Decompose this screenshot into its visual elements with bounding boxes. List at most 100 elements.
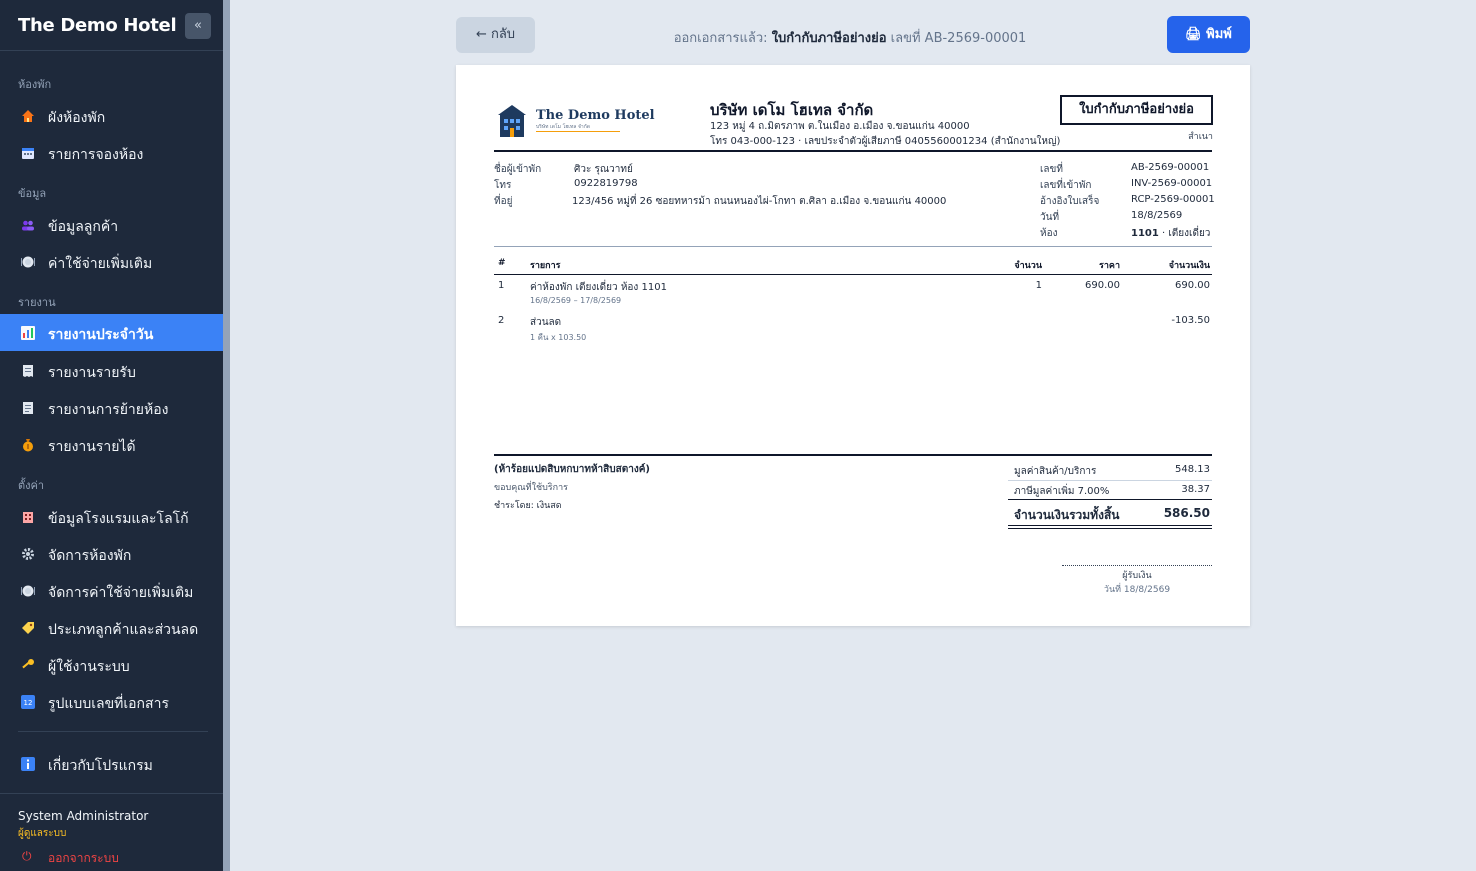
- sidebar-item-doc-number-format[interactable]: 12 รูปแบบเลขที่เอกสาร: [0, 683, 223, 720]
- info-divider: [494, 246, 1212, 247]
- receipt-ref-label: อ้างอิงใบเสร็จ: [1040, 196, 1100, 207]
- customer-name-label: ชื่อผู้เข้าพัก: [494, 164, 542, 175]
- col-header-qty: จำนวน: [1014, 261, 1042, 271]
- issue-status: ออกเอกสารแล้ว: ใบกำกับภาษีอย่างย่อ เลขที…: [673, 31, 1027, 46]
- subtotal-divider: [1008, 480, 1212, 481]
- sidebar-item-room-settings[interactable]: จัดการห้องพัก: [0, 535, 223, 572]
- subtotal-value: 548.13: [1175, 464, 1210, 475]
- receipt-icon: [21, 363, 35, 377]
- customer-address: 123/456 หมู่ที่ 26 ซอยทหารม้า ถนนหนองไผ่…: [572, 196, 947, 207]
- hotel-icon: [21, 509, 35, 523]
- numbers-icon: 12: [21, 694, 35, 709]
- sidebar-item-room-map[interactable]: ผังห้องพัก: [0, 97, 223, 134]
- logo-hotel-name: The Demo Hotel: [536, 108, 655, 123]
- header-divider: [494, 150, 1212, 152]
- sidebar: The Demo Hotel « ห้องพัก ผังห้องพัก รายก…: [0, 0, 223, 871]
- calendar-icon: [21, 145, 35, 159]
- row-2-desc: ส่วนลด: [530, 317, 562, 328]
- tag-icon: [21, 620, 35, 634]
- back-button[interactable]: ← กลับ: [456, 17, 535, 53]
- sidebar-item-extra-charges[interactable]: ค่าใช้จ่ายเพิ่มเติม: [0, 243, 223, 280]
- power-icon[interactable]: ⏻: [22, 849, 32, 864]
- signer-label: ผู้รับเงิน: [1122, 571, 1152, 581]
- sidebar-item-receipt-report[interactable]: รายงานรายรับ: [0, 352, 223, 389]
- col-header-price: ราคา: [1099, 261, 1120, 271]
- section-settings-title: ตั้งค่า: [18, 479, 45, 492]
- collapse-sidebar-button[interactable]: «: [185, 13, 211, 39]
- sidebar-item-revenue-report[interactable]: รายงานรายได้: [0, 426, 223, 463]
- print-button[interactable]: 🖨 พิมพ์: [1167, 16, 1250, 53]
- key-icon: [21, 657, 35, 671]
- svg-text:12: 12: [24, 699, 33, 707]
- company-address: 123 หมู่ 4 ถ.มิตรภาพ ต.ในเมือง อ.เมือง จ…: [710, 121, 970, 132]
- col-header-amount: จำนวนเงิน: [1168, 261, 1210, 271]
- row-1-desc: ค่าห้องพัก เตียงเดี่ยว ห้อง 1101: [530, 282, 667, 293]
- brand-title: The Demo Hotel: [18, 15, 177, 36]
- signature-line: [1062, 565, 1212, 566]
- tax-invoice-document: The Demo Hotel บริษัท เดโม โฮเทล จำกัด บ…: [456, 65, 1250, 626]
- doc-date: 18/8/2569: [1131, 210, 1183, 221]
- user-role: ผู้ดูแลระบบ: [18, 828, 67, 839]
- money-bag-icon: [21, 437, 35, 452]
- date-label: วันที่: [1040, 212, 1060, 223]
- doc-number: AB-2569-00001: [1131, 162, 1210, 173]
- sidebar-scrollbar[interactable]: [223, 0, 230, 871]
- stay-number: INV-2569-00001: [1131, 178, 1213, 189]
- info-icon: [21, 756, 35, 771]
- sidebar-item-bookings[interactable]: รายการจองห้อง: [0, 134, 223, 171]
- sidebar-item-about[interactable]: เกี่ยวกับโปรแกรม: [0, 745, 223, 782]
- table-bottom-divider: [494, 454, 1212, 456]
- table-header-divider: [494, 274, 1212, 275]
- amount-in-words: (ห้าร้อยแปดสิบหกบาทห้าสิบสตางค์): [494, 464, 650, 475]
- sidebar-header: The Demo Hotel «: [0, 0, 223, 51]
- payment-method: ชำระโดย: เงินสด: [494, 501, 562, 511]
- grand-total-value: 586.50: [1163, 506, 1210, 520]
- row-1-amount: 690.00: [1175, 280, 1210, 291]
- row-1-no: 1: [498, 280, 505, 291]
- receipt-ref: RCP-2569-00001: [1131, 194, 1215, 205]
- room-label: ห้อง: [1040, 228, 1058, 239]
- sidebar-item-customers[interactable]: ข้อมูลลูกค้า: [0, 206, 223, 243]
- user-name: System Administrator: [18, 809, 149, 823]
- sidebar-item-charge-settings[interactable]: จัดการค่าใช้จ่ายเพิ่มเติม: [0, 572, 223, 609]
- house-icon: [21, 108, 35, 122]
- copy-label: สำเนา: [1188, 132, 1213, 142]
- doc-number-label: เลขที่: [1040, 164, 1063, 175]
- document-icon: [21, 400, 35, 414]
- logout-link[interactable]: ออกจากระบบ: [48, 849, 119, 868]
- signature-date: วันที่ 18/8/2569: [1103, 585, 1171, 595]
- chart-icon: [21, 325, 35, 340]
- logo-underline: [536, 131, 620, 132]
- sidebar-footer: System Administrator ผู้ดูแลระบบ ⏻ ออกจา…: [0, 793, 223, 871]
- grand-total-underline-2: [1008, 528, 1212, 529]
- subtotal-label: มูลค่าสินค้า/บริการ: [1014, 466, 1097, 477]
- col-header-no: #: [498, 258, 506, 268]
- customer-phone-label: โทร: [494, 180, 512, 191]
- dish-icon: [21, 254, 35, 268]
- row-2-no: 2: [498, 315, 505, 326]
- company-contact: โทร 043-000-123 · เลขประจำตัวผู้เสียภาษี…: [710, 136, 1061, 147]
- section-reports-title: รายงาน: [18, 296, 56, 309]
- sidebar-item-customer-types[interactable]: ประเภทลูกค้าและส่วนลด: [0, 609, 223, 646]
- col-header-desc: รายการ: [530, 261, 561, 271]
- vat-label: ภาษีมูลค่าเพิ่ม 7.00%: [1014, 486, 1110, 497]
- thanks-note: ขอบคุณที่ใช้บริการ: [494, 483, 568, 493]
- sidebar-item-room-move-report[interactable]: รายงานการย้ายห้อง: [0, 389, 223, 426]
- row-1-price: 690.00: [1085, 280, 1120, 291]
- customer-address-label: ที่อยู่: [494, 196, 513, 207]
- users-icon: [21, 217, 35, 231]
- row-1-sub: 16/8/2569 – 17/8/2569: [530, 296, 622, 305]
- sidebar-item-hotel-info[interactable]: ข้อมูลโรงแรมและโลโก้: [0, 498, 223, 535]
- sidebar-item-daily-report[interactable]: รายงานประจำวัน: [0, 314, 223, 351]
- gear-icon: [21, 546, 35, 560]
- hotel-logo-icon: [498, 105, 526, 137]
- customer-phone: 0922819798: [574, 178, 638, 189]
- vat-divider: [1008, 499, 1212, 500]
- row-2-sub: 1 คืน x 103.50: [530, 333, 587, 342]
- customer-name: ศิวะ รุณวาทย์: [574, 164, 633, 175]
- sidebar-divider: [18, 731, 208, 732]
- sidebar-item-users[interactable]: ผู้ใช้งานระบบ: [0, 646, 223, 683]
- section-rooms-title: ห้องพัก: [18, 78, 52, 91]
- grand-total-underline-1: [1008, 525, 1212, 526]
- row-1-qty: 1: [1035, 280, 1042, 291]
